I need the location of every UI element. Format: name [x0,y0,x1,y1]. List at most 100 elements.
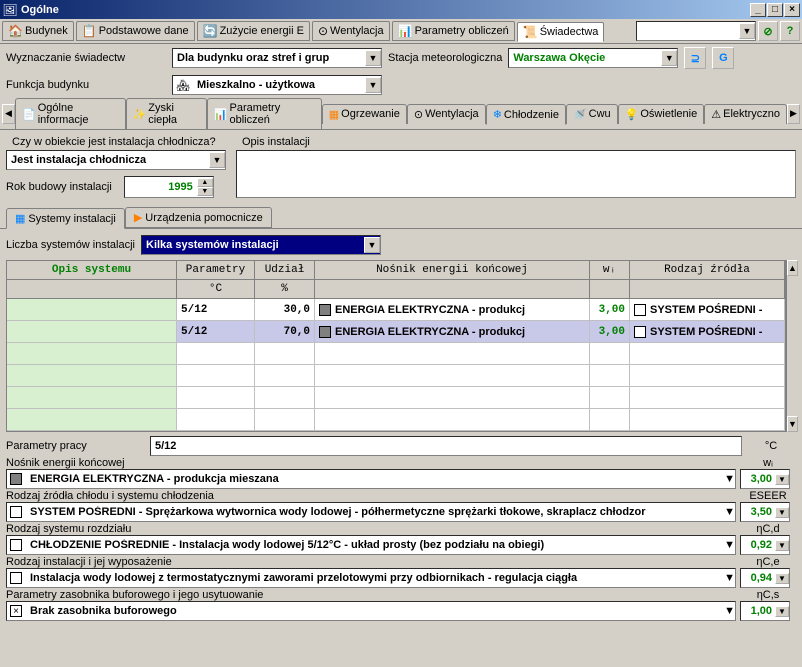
tab-parametry[interactable]: 📊Parametry obliczeń [392,21,515,41]
snowflake-icon: ❄ [493,108,502,121]
app-icon: 🖼 [2,2,18,18]
czy-select[interactable]: Jest instalacja chłodnicza▼ [6,150,226,170]
water-icon: 🚿 [573,108,587,121]
subtab-elektryczno[interactable]: ⚠Elektryczno [704,104,787,124]
subtab-ogrzewanie[interactable]: ▦Ogrzewanie [322,104,407,124]
th-nosnik: Nośnik energii końcowej [315,261,590,279]
innertab-systemy[interactable]: ▦Systemy instalacji [6,208,125,229]
table-row[interactable]: 5/12 70,0 ENERGIA ELEKTRYCZNA - produkcj… [7,321,785,343]
chevron-down-icon[interactable]: ▼ [775,540,789,551]
subtab-zyski[interactable]: ✨Zyski ciepła [126,98,207,129]
square-icon [10,473,22,485]
system-label: Rodzaj systemu rozdziału [6,523,736,535]
rodzaj-src-label: Rodzaj źródła chłodu i systemu chłodzeni… [6,490,736,502]
pracy-input[interactable]: 5/12 [150,436,742,456]
x-icon: × [10,605,22,617]
wi-label: wᵢ [740,457,796,469]
inst-select[interactable]: Instalacja wody lodowej z termostatyczny… [6,568,736,588]
square-icon [10,506,22,518]
innertab-urzadzenia[interactable]: ▶Urządzenia pomocnicze [125,207,272,228]
tab-budynek[interactable]: 🏠Budynek [2,21,74,41]
square-icon [319,304,331,316]
pracy-unit: °C [746,440,796,452]
minimize-button[interactable]: _ [750,3,766,17]
table-scrollbar[interactable]: ▲▼ [786,260,798,432]
scroll-up-icon: ▲ [787,260,798,276]
table-row[interactable] [7,387,785,409]
chevron-down-icon[interactable]: ▼ [724,539,735,551]
table-row[interactable] [7,343,785,365]
nce-input[interactable]: 0,94▼ [740,568,790,588]
rok-label: Rok budowy instalacji [6,179,118,195]
subtab-parametry[interactable]: 📊Parametry obliczeń [207,98,322,129]
nosnik-select[interactable]: ENERGIA ELEKTRYCZNA - produkcja mieszana… [6,469,736,489]
chevron-down-icon[interactable]: ▼ [724,605,735,617]
th-opis: Opis systemu [7,261,177,279]
pink-dropdown[interactable]: ▼ [636,21,756,41]
th-udzial: Udział [255,261,315,279]
sub-tabstrip: ◀ 📄Ogólne informacje ✨Zyski ciepła 📊Para… [0,98,802,130]
pracy-label: Parametry pracy [6,440,146,452]
tab-podstawowe[interactable]: 📋Podstawowe dane [76,21,195,41]
chart-icon: 📊 [214,108,228,121]
help-button-1[interactable]: ⊘ [758,21,778,41]
tabstrip-next[interactable]: ▶ [787,104,800,124]
close-button[interactable]: × [784,3,800,17]
tab-swiadectwa[interactable]: 📜Świadectwa [517,22,605,42]
chevron-down-icon[interactable]: ▼ [775,507,789,518]
rodzaj-src-select[interactable]: SYSTEM POŚREDNI - Sprężarkowa wytwornica… [6,502,736,522]
main-tabstrip: 🏠Budynek 📋Podstawowe dane 🔄Zużycie energ… [0,19,802,44]
ncs-input[interactable]: 1,00▼ [740,601,790,621]
chevron-down-icon[interactable]: ▼ [724,506,735,518]
chevron-down-icon[interactable]: ▼ [364,237,380,253]
help-button-2[interactable]: ? [780,21,800,41]
window-title: Ogólne [21,4,750,16]
ncd-label: ηC,d [740,523,796,535]
chevron-down-icon[interactable]: ▼ [724,473,735,485]
spin-up[interactable]: ▲ [197,178,213,187]
chevron-down-icon[interactable]: ▼ [365,50,381,66]
chevron-down-icon[interactable]: ▼ [775,573,789,584]
maximize-button[interactable]: □ [767,3,783,17]
subtab-cwu[interactable]: 🚿Cwu [566,104,618,124]
eseer-input[interactable]: 3,50▼ [740,502,790,522]
tabstrip-prev[interactable]: ◀ [2,104,15,124]
table-row[interactable]: 5/12 30,0 ENERGIA ELEKTRYCZNA - produkcj… [7,299,785,321]
rok-input[interactable]: 1995 ▲▼ [124,176,214,198]
subtab-oswietlenie[interactable]: 💡Oświetlenie [618,104,705,124]
wyznaczanie-select[interactable]: Dla budynku oraz stref i grup▼ [172,48,382,68]
map-button-2[interactable]: G [712,47,734,69]
tab-zuzycie[interactable]: 🔄Zużycie energii E [197,21,310,41]
sparkle-icon: ✨ [133,108,147,121]
liczba-select[interactable]: Kilka systemów instalacji▼ [141,235,381,255]
subtab-ogolne[interactable]: 📄Ogólne informacje [15,98,126,129]
fan-icon: ⊙ [414,108,423,121]
chevron-down-icon[interactable]: ▼ [775,606,789,617]
system-select[interactable]: CHŁODZENIE POŚREDNIE - Instalacja wody l… [6,535,736,555]
funkcja-select[interactable]: 🏘Mieszkalno - użytkowa▼ [172,75,382,95]
spin-down[interactable]: ▼ [197,187,213,196]
subtab-wentylacja[interactable]: ⊙Wentylacja [407,104,486,124]
table-row[interactable] [7,409,785,431]
wi-input[interactable]: 3,00▼ [740,469,790,489]
stacja-select[interactable]: Warszawa Okęcie▼ [508,48,678,68]
wyznaczanie-label: Wyznaczanie świadectw [6,52,166,64]
building-icon: 🏘 [173,79,193,92]
tab-wentylacja[interactable]: ⊙Wentylacja [312,21,390,41]
opis-label: Opis instalacji [236,134,796,150]
chevron-down-icon[interactable]: ▼ [661,50,677,66]
opis-textarea[interactable] [236,150,796,198]
inner-tabstrip: ▦Systemy instalacji ▶Urządzenia pomocnic… [0,205,802,228]
table-row[interactable] [7,365,785,387]
chevron-down-icon[interactable]: ▼ [775,474,789,485]
subtab-chlodzenie[interactable]: ❄Chłodzenie [486,104,566,125]
chevron-down-icon[interactable]: ▼ [739,23,755,39]
chevron-down-icon[interactable]: ▼ [209,152,225,168]
chevron-down-icon[interactable]: ▼ [365,77,381,93]
scroll-down-icon: ▼ [787,416,798,432]
zasob-select[interactable]: ×Brak zasobnika buforowego▼ [6,601,736,621]
map-button-1[interactable]: ⊇ [684,47,706,69]
chevron-down-icon[interactable]: ▼ [724,572,735,584]
funkcja-label: Funkcja budynku [6,79,166,91]
ncd-input[interactable]: 0,92▼ [740,535,790,555]
